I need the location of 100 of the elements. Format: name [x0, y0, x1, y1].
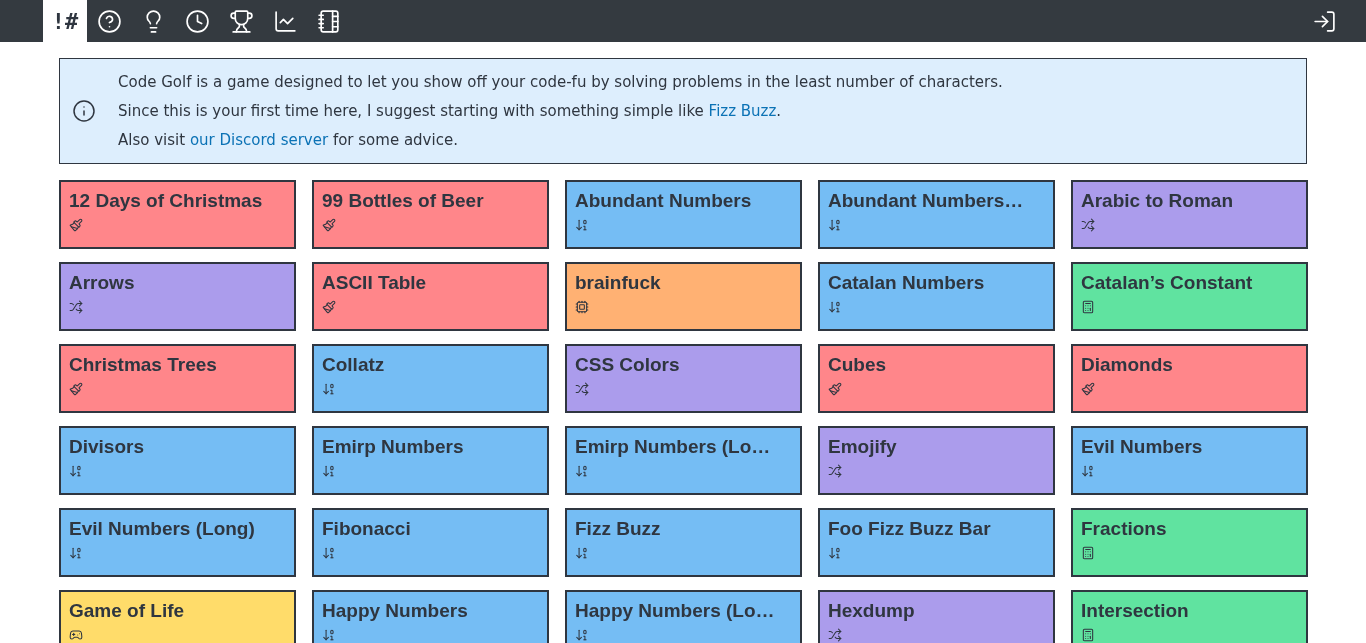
sort-icon: [69, 464, 83, 478]
hole-title: Happy Numbers (Lo…: [575, 600, 776, 622]
hole-title: Christmas Trees: [69, 354, 218, 376]
calculator-icon: [1081, 546, 1095, 560]
gamepad-icon: [69, 628, 83, 642]
info-icon: [72, 99, 96, 123]
hole-title: 12 Days of Christmas: [69, 190, 264, 212]
chip-icon: [575, 300, 589, 314]
hole-card[interactable]: Game of Life: [59, 590, 296, 643]
hole-title: Arabic to Roman: [1081, 190, 1235, 212]
hole-title: Intersection: [1081, 600, 1190, 622]
sort-icon: [69, 546, 83, 560]
shuffle-icon: [828, 628, 842, 642]
hole-title: Evil Numbers (Long): [69, 518, 256, 540]
hole-card[interactable]: ASCII Table: [312, 262, 549, 331]
login-icon: [1311, 8, 1337, 34]
hole-title: Emirp Numbers (Lo…: [575, 436, 772, 458]
hole-card[interactable]: Evil Numbers: [1071, 426, 1308, 495]
hole-title: ASCII Table: [322, 272, 428, 294]
hole-card[interactable]: Emirp Numbers (Lo…: [565, 426, 802, 495]
calculator-icon: [1081, 628, 1095, 642]
hole-card[interactable]: Divisors: [59, 426, 296, 495]
hole-card[interactable]: Abundant Numbers: [565, 180, 802, 249]
hole-title: Hexdump: [828, 600, 916, 622]
paintbrush-icon: [69, 382, 83, 396]
hole-card[interactable]: Fibonacci: [312, 508, 549, 577]
hole-title: Arrows: [69, 272, 136, 294]
hole-title: Fibonacci: [322, 518, 412, 540]
hole-card[interactable]: Foo Fizz Buzz Bar: [818, 508, 1055, 577]
hole-title: Divisors: [69, 436, 145, 458]
sort-icon: [575, 546, 589, 560]
paintbrush-icon: [1081, 382, 1095, 396]
hole-card[interactable]: Hexdump: [818, 590, 1055, 643]
hole-title: 99 Bottles of Beer: [322, 190, 485, 212]
shuffle-icon: [828, 464, 842, 478]
shuffle-icon: [69, 300, 83, 314]
hole-card[interactable]: Abundant Numbers…: [818, 180, 1055, 249]
hole-card[interactable]: Intersection: [1071, 590, 1308, 643]
hole-title: Emirp Numbers: [322, 436, 465, 458]
shuffle-icon: [1081, 218, 1095, 232]
hole-card[interactable]: Arabic to Roman: [1071, 180, 1308, 249]
logo-tab[interactable]: !#: [43, 0, 87, 42]
hole-card[interactable]: Cubes: [818, 344, 1055, 413]
hole-card[interactable]: Evil Numbers (Long): [59, 508, 296, 577]
hole-card[interactable]: brainfuck: [565, 262, 802, 331]
hole-card[interactable]: Diamonds: [1071, 344, 1308, 413]
hole-card[interactable]: Happy Numbers (Lo…: [565, 590, 802, 643]
sort-icon: [575, 464, 589, 478]
help-icon: [96, 8, 122, 34]
hole-title: Emojify: [828, 436, 898, 458]
hole-card[interactable]: Christmas Trees: [59, 344, 296, 413]
hole-title: Abundant Numbers…: [828, 190, 1025, 212]
hole-title: Abundant Numbers: [575, 190, 753, 212]
sort-icon: [322, 628, 336, 642]
paintbrush-icon: [69, 218, 83, 232]
text-link[interactable]: our Discord server: [189, 131, 329, 149]
notebook-icon: [316, 8, 342, 34]
hole-title: Foo Fizz Buzz Bar: [828, 518, 992, 540]
hole-title: Fractions: [1081, 518, 1168, 540]
hole-title: brainfuck: [575, 272, 662, 294]
line-chart-icon: [272, 8, 298, 34]
hole-card[interactable]: Fractions: [1071, 508, 1308, 577]
sort-icon: [828, 546, 842, 560]
hole-title: Cubes: [828, 354, 888, 376]
hole-title: Game of Life: [69, 600, 186, 622]
info-text: Code Golf is a game designed to let you show off your code-fu by solving problems in the least number of characters.: [118, 72, 1003, 93]
text-link[interactable]: Fizz Buzz: [708, 102, 777, 120]
hole-card[interactable]: Emojify: [818, 426, 1055, 495]
paintbrush-icon: [828, 382, 842, 396]
hole-card[interactable]: Happy Numbers: [312, 590, 549, 643]
hole-title: Catalan Numbers: [828, 272, 986, 294]
hole-card[interactable]: Fizz Buzz: [565, 508, 802, 577]
shuffle-icon: [575, 382, 589, 396]
hole-title: Catalan’s Constant: [1081, 272, 1254, 294]
sort-icon: [828, 300, 842, 314]
sort-icon: [1081, 464, 1095, 478]
hole-card[interactable]: Arrows: [59, 262, 296, 331]
hole-title: Evil Numbers: [1081, 436, 1204, 458]
sort-icon: [322, 546, 336, 560]
info-text: Since this is your first time here, I suggest starting with something simple like Fizz Buzz.: [118, 101, 783, 122]
sort-icon: [575, 628, 589, 642]
paintbrush-icon: [322, 300, 336, 314]
hole-card[interactable]: Catalan Numbers: [818, 262, 1055, 331]
hole-title: CSS Colors: [575, 354, 681, 376]
trophy-icon: [228, 8, 254, 34]
hole-card[interactable]: CSS Colors: [565, 344, 802, 413]
hole-card[interactable]: 99 Bottles of Beer: [312, 180, 549, 249]
sort-icon: [575, 218, 589, 232]
sort-icon: [322, 382, 336, 396]
hole-card[interactable]: Emirp Numbers: [312, 426, 549, 495]
info-text: Also visit our Discord server for some advice.: [118, 130, 459, 151]
sort-icon: [322, 464, 336, 478]
sort-icon: [828, 218, 842, 232]
hole-card[interactable]: 12 Days of Christmas: [59, 180, 296, 249]
hole-card[interactable]: Catalan’s Constant: [1071, 262, 1308, 331]
hole-card[interactable]: Collatz: [312, 344, 549, 413]
clock-icon: [184, 8, 210, 34]
hole-title: Happy Numbers: [322, 600, 469, 622]
hole-title: Collatz: [322, 354, 386, 376]
calculator-icon: [1081, 300, 1095, 314]
